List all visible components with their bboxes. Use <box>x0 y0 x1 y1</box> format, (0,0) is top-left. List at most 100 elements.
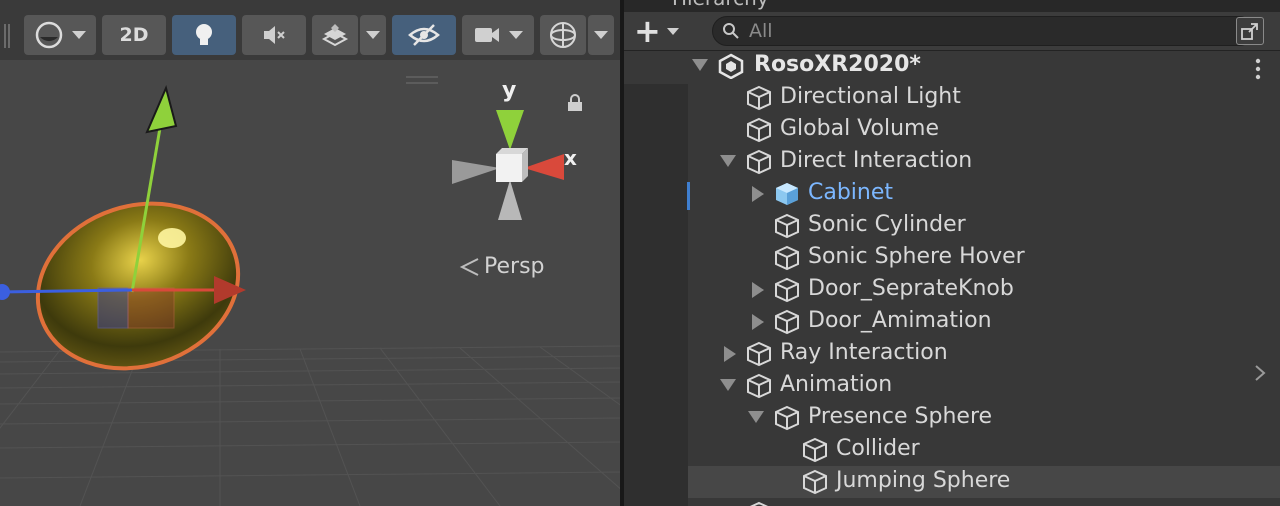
orientation-gizmo[interactable] <box>452 110 564 220</box>
gameobject-cube-icon <box>747 85 771 111</box>
collapse-arrow-icon[interactable] <box>752 314 764 330</box>
hierarchy-item-label: Global Volume <box>780 116 939 141</box>
expand-arrow-icon[interactable] <box>692 59 708 71</box>
hierarchy-tab-bar: Hierarchy <box>624 0 1280 12</box>
scene-toolbar: 2D <box>0 0 620 60</box>
hierarchy-item[interactable]: Sonic Cylinder <box>624 210 1280 242</box>
hierarchy-item-label: Door_Amimation <box>808 308 992 333</box>
collapse-arrow-icon[interactable] <box>752 186 764 202</box>
create-dropdown[interactable]: + <box>634 12 688 50</box>
hierarchy-item[interactable]: Global Volume <box>624 114 1280 146</box>
projection-toggle[interactable]: Persp <box>458 254 545 279</box>
search-field[interactable]: All <box>712 16 1254 46</box>
perspective-icon <box>459 257 479 276</box>
hierarchy-item[interactable]: Ray Interaction <box>624 338 1280 370</box>
lock-icon[interactable] <box>566 94 584 116</box>
gameobject-cube-icon <box>747 149 771 175</box>
hierarchy-item-label: Jumping Sphere <box>836 468 1011 493</box>
layers-icon <box>321 24 349 47</box>
hierarchy-toolbar: + All <box>624 12 1280 51</box>
hierarchy-item-prefab[interactable]: Cabinet <box>624 178 1280 381</box>
gizmo-sphere-icon <box>550 22 576 48</box>
open-scene-button[interactable] <box>1236 17 1264 45</box>
search-placeholder: All <box>749 20 773 42</box>
audio-toggle[interactable] <box>242 15 306 55</box>
draw-mode-dropdown[interactable] <box>24 15 96 55</box>
gizmos-toggle[interactable] <box>540 15 586 55</box>
gameobject-cube-icon <box>775 213 799 239</box>
unity-scene-icon <box>718 53 744 79</box>
camera-icon <box>475 28 499 42</box>
scene-view[interactable]: y x Persp 2D <box>0 0 620 506</box>
gameobject-cube-icon <box>747 341 771 367</box>
hierarchy-tab[interactable]: Hierarchy <box>672 0 769 10</box>
mute-icon <box>264 26 285 44</box>
gameobject-cube-icon <box>775 405 799 431</box>
more-options-icon[interactable] <box>1254 58 1262 80</box>
hierarchy-item[interactable]: Presence Sphere <box>624 402 1280 434</box>
expand-arrow-icon[interactable] <box>720 155 736 167</box>
hierarchy-item-label: Sonic Cylinder <box>808 212 966 237</box>
hierarchy-item-label: Direct Interaction <box>780 148 973 173</box>
gameobject-cube-icon <box>747 373 771 399</box>
gameobject-cube-icon <box>803 469 827 495</box>
hierarchy-item-label: Sonic Sphere Hover <box>808 244 1025 269</box>
hierarchy-item-label: Collider <box>836 436 920 461</box>
open-external-icon <box>1241 23 1258 40</box>
scene-name: RosoXR2020* <box>754 52 921 77</box>
gameobject-cube-icon <box>749 501 769 506</box>
eye-off-icon <box>408 24 440 46</box>
toggle-2d-button[interactable]: 2D <box>102 15 166 55</box>
hierarchy-item[interactable]: Directional Light <box>624 82 1280 114</box>
hierarchy-item[interactable]: Collider <box>624 434 1280 466</box>
hierarchy-item-label: Directional Light <box>780 84 961 109</box>
hierarchy-item[interactable]: Door_SeprateKnob <box>624 274 1280 306</box>
gameobject-cube-icon <box>803 437 827 463</box>
gameobject-cube-icon <box>775 277 799 303</box>
hierarchy-item[interactable]: Door_Amimation <box>624 306 1280 338</box>
hierarchy-item-label: Presence Sphere <box>808 404 993 429</box>
effects-dropdown[interactable] <box>360 15 386 55</box>
lighting-toggle[interactable] <box>172 15 236 55</box>
gizmo-y-label: y <box>502 78 517 103</box>
light-bulb-icon <box>196 24 212 45</box>
hierarchy-item-label: Animation <box>780 372 893 397</box>
hierarchy-panel: Hierarchy + All RosoXR2020* Directional … <box>624 0 1280 506</box>
camera-settings-dropdown[interactable] <box>462 15 534 55</box>
gizmo-x-label: x <box>564 146 577 170</box>
collapse-arrow-icon[interactable] <box>752 282 764 298</box>
hierarchy-item-label: Door_SeprateKnob <box>808 276 1014 301</box>
expand-arrow-icon[interactable] <box>720 379 736 391</box>
hierarchy-item[interactable]: Direct Interaction <box>624 146 1280 178</box>
search-icon <box>723 23 739 39</box>
hierarchy-item-label: Ray Interaction <box>780 340 948 365</box>
gameobject-cube-icon <box>747 117 771 143</box>
chevron-down-icon <box>509 31 523 39</box>
hierarchy-item-partial[interactable] <box>624 498 1280 506</box>
toolbar-grip[interactable] <box>4 24 10 48</box>
gizmos-dropdown[interactable] <box>588 15 614 55</box>
scene-viewport[interactable] <box>0 0 620 506</box>
hierarchy-item-selected[interactable]: Jumping Sphere <box>688 466 1280 498</box>
hierarchy-item[interactable]: Animation <box>624 370 1280 402</box>
collapse-arrow-icon[interactable] <box>724 346 736 362</box>
hierarchy-item[interactable]: Sonic Sphere Hover <box>624 242 1280 274</box>
hierarchy-item-label: Cabinet <box>808 180 894 205</box>
chevron-down-icon <box>72 31 86 39</box>
ground-grid <box>0 345 620 506</box>
scene-visibility-toggle[interactable] <box>392 15 456 55</box>
projection-label: Persp <box>484 254 545 279</box>
shaded-sphere-icon <box>35 21 63 49</box>
scene-root-row[interactable]: RosoXR2020* <box>624 50 1280 82</box>
expand-arrow-icon[interactable] <box>748 411 764 423</box>
gameobject-cube-icon <box>775 309 799 335</box>
chevron-down-icon <box>366 31 380 39</box>
plus-icon: + <box>634 12 661 50</box>
prefab-cube-icon <box>776 183 798 205</box>
gameobject-cube-icon <box>775 245 799 271</box>
effects-toggle[interactable] <box>312 15 358 55</box>
drag-handle[interactable] <box>406 76 438 84</box>
toggle-2d-label: 2D <box>119 24 149 46</box>
chevron-down-icon <box>594 31 608 39</box>
chevron-down-icon <box>666 27 679 35</box>
